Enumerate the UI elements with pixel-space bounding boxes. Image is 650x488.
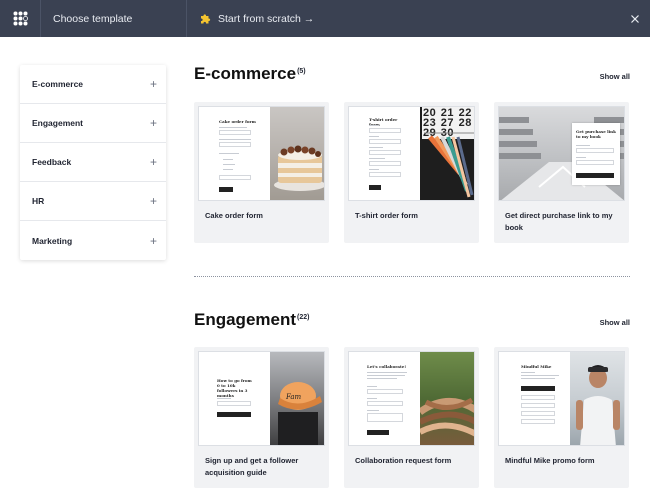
category-sidebar: E-commerce + Engagement + Feedback + HR … — [20, 65, 166, 260]
template-card[interactable]: Get purchase link to my book Get direct … — [494, 102, 629, 243]
sidebar-item-label: Marketing — [32, 235, 73, 246]
tshirts-photo — [424, 132, 474, 198]
section-header-ecommerce: E-commerce(5) Show all — [194, 64, 630, 84]
puzzle-icon — [200, 13, 211, 24]
section-title: E-commerce — [194, 64, 297, 83]
modal-title: Choose template — [41, 0, 187, 37]
svg-text:Fam: Fam — [285, 393, 302, 401]
template-grid-engagement: How to go from 0 to 10k followers in 3 m… — [194, 347, 629, 488]
template-thumbnail: T-shirt order form 20 21 22 23 27 28 29 … — [348, 106, 475, 201]
template-grid-ecommerce: Cake order form Cake order form T-shirt … — [194, 102, 629, 243]
plus-icon: + — [149, 116, 157, 130]
template-title: Get direct purchase link to my book — [505, 211, 613, 232]
thumbnail-title: Let's collaborate! — [367, 364, 407, 369]
hands-photo — [417, 397, 474, 437]
section-title: Engagement — [194, 310, 297, 329]
thumbnail-title: Mindful Mike — [521, 364, 552, 369]
template-card[interactable]: How to go from 0 to 10k followers in 3 m… — [194, 347, 329, 488]
app-logo[interactable] — [0, 0, 41, 37]
template-thumbnail: Let's collaborate! — [348, 351, 475, 446]
cake-photo — [274, 145, 324, 191]
template-title: Mindful Mike promo form — [505, 456, 595, 465]
start-from-scratch-label: Start from scratch → — [218, 12, 315, 25]
plus-icon: + — [149, 77, 157, 91]
sidebar-item-label: Engagement — [32, 118, 84, 128]
start-from-scratch-button[interactable]: Start from scratch → — [187, 0, 314, 37]
template-thumbnail: How to go from 0 to 10k followers in 3 m… — [198, 351, 325, 446]
section-count: (5) — [297, 67, 306, 75]
template-card[interactable]: Cake order form Cake order form — [194, 102, 329, 243]
sidebar-item-hr[interactable]: HR + — [20, 182, 166, 221]
plus-icon: + — [149, 233, 157, 248]
sidebar-item-ecommerce[interactable]: E-commerce + — [20, 65, 166, 104]
top-bar: Choose template Start from scratch → — [0, 0, 650, 37]
template-title: Cake order form — [205, 211, 263, 220]
sidebar-item-feedback[interactable]: Feedback + — [20, 143, 166, 182]
template-card[interactable]: Mindful Mike Mindful Mike promo form — [494, 347, 629, 488]
sidebar-item-marketing[interactable]: Marketing + — [20, 221, 166, 260]
thumbnail-title: Get purchase link to my book — [576, 129, 616, 139]
thumbnail-title: Cake order form — [219, 119, 256, 124]
section-header-engagement: Engagement(22) Show all — [194, 310, 630, 330]
close-icon — [631, 14, 639, 23]
logo-icon — [13, 11, 28, 26]
plus-icon: + — [149, 194, 157, 208]
template-thumbnail: Mindful Mike — [498, 351, 625, 446]
close-button[interactable] — [631, 0, 639, 37]
plus-icon: + — [149, 155, 157, 169]
show-all-link[interactable]: Show all — [600, 318, 630, 327]
template-title: Collaboration request form — [355, 456, 452, 465]
template-thumbnail: Cake order form — [198, 106, 325, 201]
template-title: Sign up and get a follower acquisition g… — [205, 456, 299, 477]
template-thumbnail: Get purchase link to my book — [498, 106, 625, 201]
template-card[interactable]: T-shirt order form 20 21 22 23 27 28 29 … — [344, 102, 479, 243]
thumbnail-title: How to go from 0 to 10k followers in 3 m… — [217, 378, 252, 398]
show-all-link[interactable]: Show all — [600, 72, 630, 81]
form-preview: Get purchase link to my book — [572, 123, 620, 185]
template-card[interactable]: Let's collaborate! Collaboration request… — [344, 347, 479, 488]
template-title: T-shirt order form — [355, 211, 418, 220]
sidebar-item-label: HR — [32, 196, 45, 206]
section-divider — [194, 276, 630, 277]
cap-photo: Fam — [278, 382, 322, 445]
sidebar-item-engagement[interactable]: Engagement + — [20, 104, 166, 143]
sidebar-item-label: Feedback — [32, 157, 72, 167]
section-count: (22) — [297, 313, 310, 321]
sidebar-item-label: E-commerce — [32, 79, 84, 89]
man-photo — [576, 365, 620, 445]
